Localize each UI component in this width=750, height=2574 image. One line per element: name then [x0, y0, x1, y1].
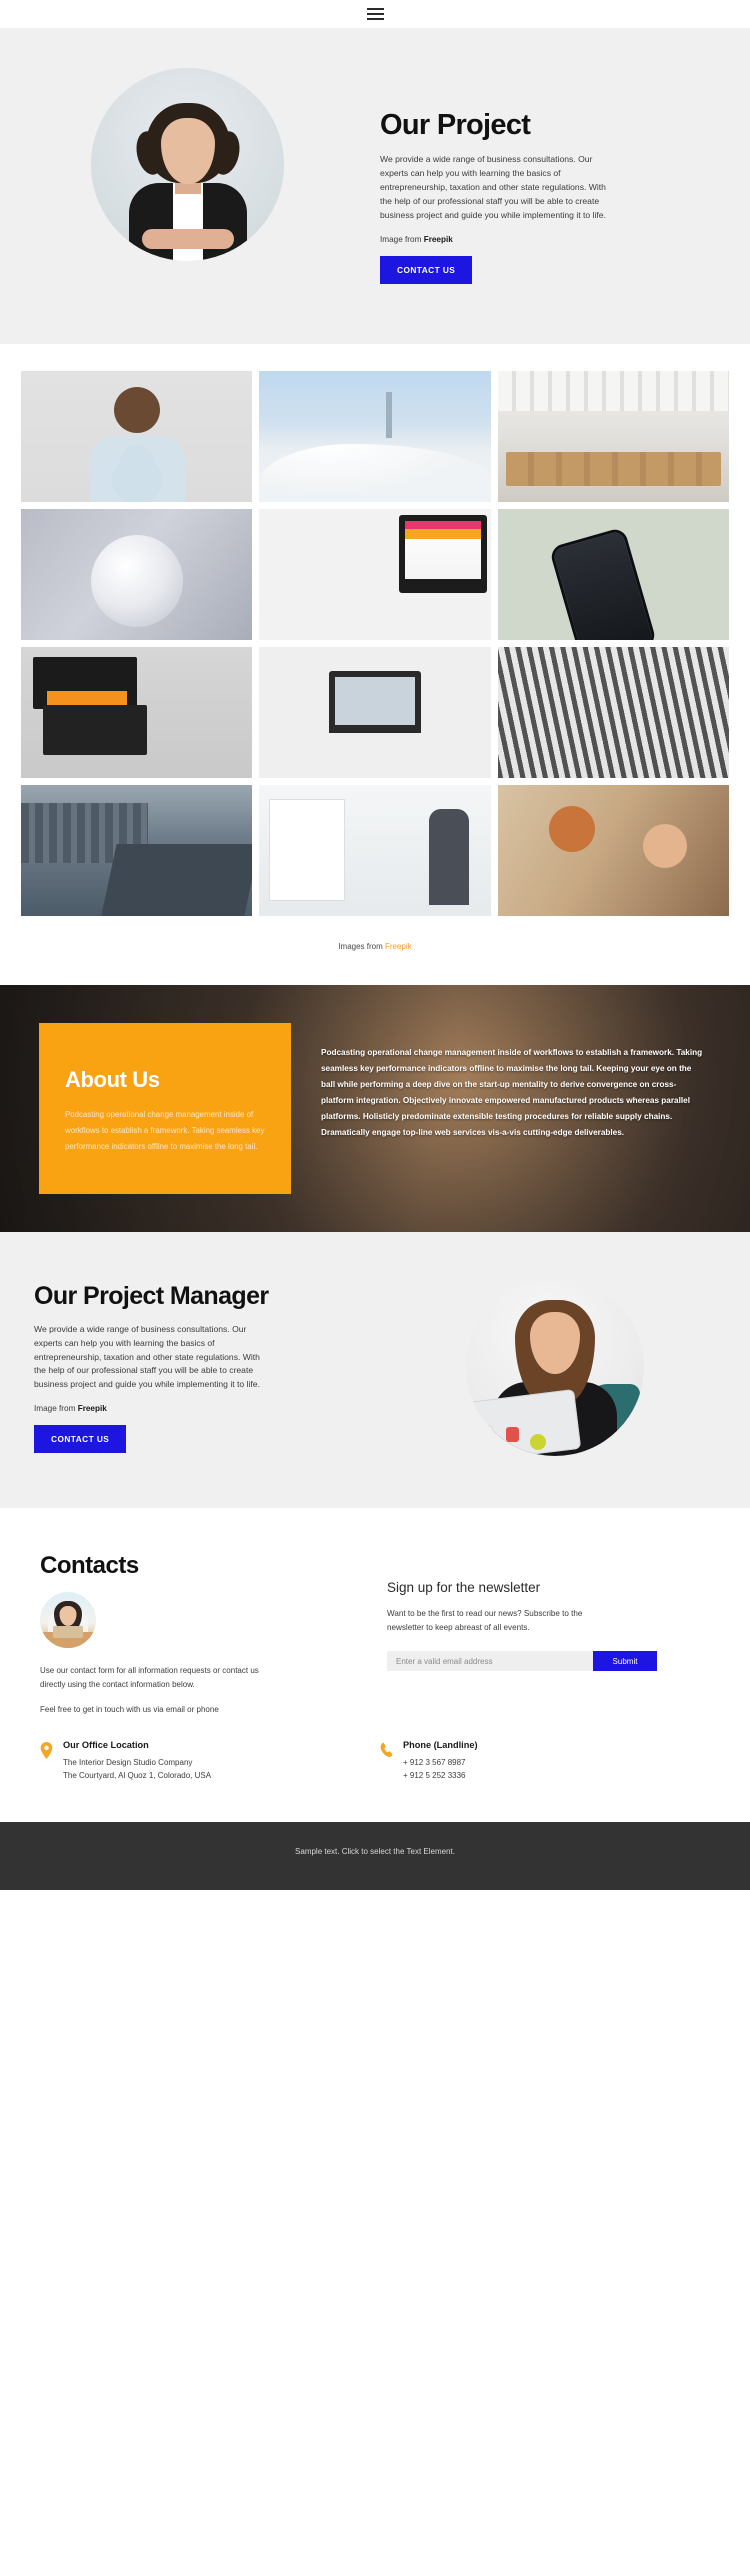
pm-laptop [466, 1389, 582, 1457]
gallery-tile-12[interactable] [497, 785, 729, 917]
hero-portrait-image [91, 68, 284, 261]
newsletter-column: Sign up for the newsletter Want to be th… [375, 1552, 720, 1714]
newsletter-submit-button[interactable]: Submit [593, 1651, 657, 1672]
gallery-tile-3[interactable] [497, 371, 729, 503]
footer-text[interactable]: Sample text. Click to select the Text El… [295, 1847, 455, 1856]
hamburger-bar-1 [366, 7, 384, 11]
image-gallery-grid [21, 371, 729, 917]
about-heading: About Us [65, 1067, 160, 1093]
hero-description: We provide a wide range of business cons… [380, 154, 606, 221]
phone-icon [380, 1740, 394, 1782]
office-location-text: Our Office Location The Interior Design … [63, 1740, 211, 1782]
gallery-tile-10[interactable] [21, 785, 253, 917]
office-location-card: Our Office Location The Interior Design … [40, 1740, 380, 1782]
project-manager-title: Our Project Manager [34, 1281, 269, 1310]
phone-text: Phone (Landline) + 912 3 567 8987 + 912 … [403, 1740, 478, 1782]
project-manager-description: We provide a wide range of business cons… [34, 1323, 260, 1390]
contacts-left-column: Contacts Use our contact form for all in… [30, 1552, 375, 1714]
project-manager-text-block: Our Project Manager We provide a wide ra… [0, 1282, 360, 1454]
office-location-line-1: The Interior Design Studio Company [63, 1757, 193, 1767]
gallery-tile-11[interactable] [259, 785, 491, 917]
gallery-tile-1[interactable] [21, 371, 253, 503]
about-content: About Us Podcasting operational change m… [21, 1023, 729, 1195]
about-highlight-card: About Us Podcasting operational change m… [39, 1023, 291, 1195]
gallery-tile-4[interactable] [21, 509, 253, 641]
about-card-text: Podcasting operational change management… [65, 1110, 265, 1151]
gallery-tile-5[interactable] [259, 509, 491, 641]
hero-credit-prefix: Image from [380, 235, 424, 245]
newsletter-title: Sign up for the newsletter [387, 1580, 541, 1596]
phone-heading: Phone (Landline) [403, 1739, 478, 1750]
hamburger-menu-icon[interactable] [366, 5, 384, 23]
contact-info-cards: Our Office Location The Interior Design … [30, 1740, 720, 1782]
hero-title: Our Project [380, 109, 531, 141]
newsletter-form: Submit [387, 1651, 657, 1672]
newsletter-description: Want to be the first to read our news? S… [387, 1609, 583, 1632]
phone-card: Phone (Landline) + 912 3 567 8987 + 912 … [380, 1740, 720, 1782]
contacts-title: Contacts [40, 1552, 139, 1580]
top-navigation-bar [0, 0, 750, 28]
about-section: About Us Podcasting operational change m… [0, 985, 750, 1233]
hero-contact-us-button[interactable]: CONTACT US [380, 256, 473, 285]
gallery-tile-8[interactable] [259, 647, 491, 779]
project-manager-image-credit: Image from Freepik [34, 1404, 360, 1413]
project-manager-portrait-image [466, 1278, 644, 1457]
hero-image-credit: Image from Freepik [380, 235, 720, 244]
gallery-tile-2[interactable] [259, 371, 491, 503]
project-manager-image-container [360, 1278, 750, 1457]
office-location-line-2: The Courtyard, Al Quoz 1, Colorado, USA [63, 1771, 212, 1781]
gallery-section: Images from Freepik [0, 344, 750, 986]
portrait-vest-left [128, 183, 173, 261]
phone-line-1: + 912 3 567 8987 [403, 1757, 466, 1767]
hero-text-block: Our Project We provide a wide range of b… [375, 56, 750, 285]
gallery-tile-7[interactable] [21, 647, 253, 779]
gallery-tile-6[interactable] [497, 509, 729, 641]
pm-laptop-sticker-red [506, 1427, 519, 1443]
about-body-text: Podcasting operational change management… [321, 1048, 703, 1137]
portrait-vest-right [202, 183, 247, 261]
footer: Sample text. Click to select the Text El… [0, 1822, 750, 1891]
contacts-paragraph-secondary: Feel free to get in touch with us via em… [40, 1704, 219, 1714]
office-location-heading: Our Office Location [63, 1739, 149, 1750]
project-manager-contact-us-button[interactable]: CONTACT US [34, 1425, 127, 1454]
portrait-crossed-arms [141, 229, 234, 249]
about-body-column: Podcasting operational change management… [291, 1023, 729, 1194]
project-manager-section: Our Project Manager We provide a wide ra… [0, 1232, 750, 1509]
gallery-credit: Images from Freepik [0, 916, 750, 985]
gallery-credit-prefix: Images from [338, 942, 385, 952]
newsletter-email-input[interactable] [387, 1651, 593, 1672]
location-pin-icon [40, 1740, 54, 1782]
contacts-paragraph: Use our contact form for all information… [40, 1666, 259, 1690]
gallery-tile-9[interactable] [497, 647, 729, 779]
pm-credit-prefix: Image from [34, 1404, 78, 1414]
contacts-avatar [40, 1592, 96, 1649]
contacts-section: Contacts Use our contact form for all in… [0, 1508, 750, 1823]
gallery-credit-link[interactable]: Freepik [385, 942, 412, 951]
contacts-columns: Contacts Use our contact form for all in… [30, 1552, 720, 1714]
hamburger-bar-3 [366, 17, 384, 21]
page-root: Our Project We provide a wide range of b… [0, 0, 750, 1891]
avatar-laptop [53, 1626, 83, 1639]
phone-line-2: + 912 5 252 3336 [403, 1771, 466, 1781]
hero-credit-source: Freepik [423, 235, 453, 245]
pm-credit-source: Freepik [77, 1404, 107, 1414]
hero-image-container [0, 56, 375, 261]
hamburger-bar-2 [366, 12, 384, 16]
hero-section: Our Project We provide a wide range of b… [0, 28, 750, 345]
